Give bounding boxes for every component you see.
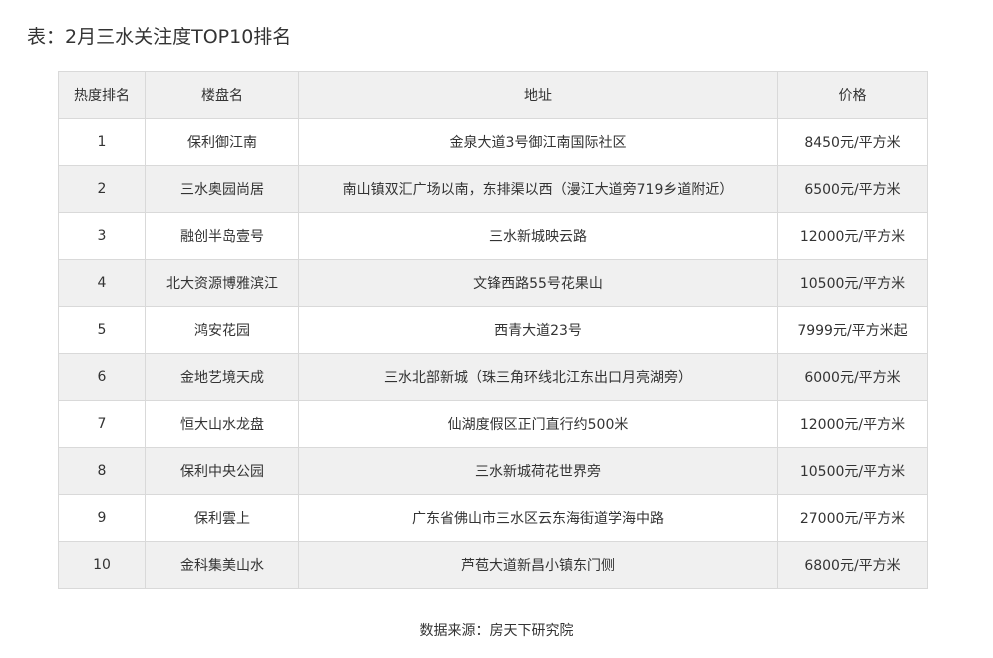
cell-address: 三水北部新城（珠三角环线北江东出口月亮湖旁） — [298, 353, 778, 401]
cell-price: 6800元/平方米 — [777, 541, 928, 589]
table-header-row: 热度排名 楼盘名 地址 价格 — [58, 71, 928, 119]
cell-address: 文锋西路55号花果山 — [298, 259, 778, 307]
table-row: 3 融创半岛壹号 三水新城映云路 12000元/平方米 — [58, 212, 928, 260]
table-row: 5 鸿安花园 西青大道23号 7999元/平方米起 — [58, 306, 928, 354]
cell-name: 鸿安花园 — [145, 306, 299, 354]
cell-name: 融创半岛壹号 — [145, 212, 299, 260]
header-price: 价格 — [777, 71, 928, 119]
cell-rank: 7 — [58, 400, 146, 448]
table-row: 8 保利中央公园 三水新城荷花世界旁 10500元/平方米 — [58, 447, 928, 495]
cell-address: 西青大道23号 — [298, 306, 778, 354]
cell-price: 12000元/平方米 — [777, 400, 928, 448]
table-row: 6 金地艺境天成 三水北部新城（珠三角环线北江东出口月亮湖旁） 6000元/平方… — [58, 353, 928, 401]
header-rank: 热度排名 — [58, 71, 146, 119]
cell-name: 恒大山水龙盘 — [145, 400, 299, 448]
header-name: 楼盘名 — [145, 71, 299, 119]
cell-name: 金地艺境天成 — [145, 353, 299, 401]
cell-name: 北大资源博雅滨江 — [145, 259, 299, 307]
cell-rank: 8 — [58, 447, 146, 495]
cell-rank: 3 — [58, 212, 146, 260]
cell-price: 6500元/平方米 — [777, 165, 928, 213]
cell-rank: 6 — [58, 353, 146, 401]
cell-price: 12000元/平方米 — [777, 212, 928, 260]
cell-name: 保利中央公园 — [145, 447, 299, 495]
cell-address: 芦苞大道新昌小镇东门侧 — [298, 541, 778, 589]
data-source-note: 数据来源：房天下研究院 — [419, 623, 574, 639]
cell-address: 三水新城映云路 — [298, 212, 778, 260]
cell-rank: 10 — [58, 541, 146, 589]
table-row: 9 保利雲上 广东省佛山市三水区云东海街道学海中路 27000元/平方米 — [58, 494, 928, 542]
cell-price: 27000元/平方米 — [777, 494, 928, 542]
table-row: 1 保利御江南 金泉大道3号御江南国际社区 8450元/平方米 — [58, 118, 928, 166]
table-row: 7 恒大山水龙盘 仙湖度假区正门直行约500米 12000元/平方米 — [58, 400, 928, 448]
cell-address: 南山镇双汇广场以南，东排渠以西（漫江大道旁719乡道附近） — [298, 165, 778, 213]
cell-name: 三水奥园尚居 — [145, 165, 299, 213]
cell-name: 保利御江南 — [145, 118, 299, 166]
cell-rank: 2 — [58, 165, 146, 213]
table-row: 2 三水奥园尚居 南山镇双汇广场以南，东排渠以西（漫江大道旁719乡道附近） 6… — [58, 165, 928, 213]
cell-price: 8450元/平方米 — [777, 118, 928, 166]
cell-rank: 9 — [58, 494, 146, 542]
table-caption: 表：2月三水关注度TOP10排名 — [27, 26, 292, 48]
cell-price: 7999元/平方米起 — [777, 306, 928, 354]
cell-name: 金科集美山水 — [145, 541, 299, 589]
table-row: 4 北大资源博雅滨江 文锋西路55号花果山 10500元/平方米 — [58, 259, 928, 307]
cell-address: 仙湖度假区正门直行约500米 — [298, 400, 778, 448]
cell-rank: 5 — [58, 306, 146, 354]
cell-price: 10500元/平方米 — [777, 259, 928, 307]
table-row: 10 金科集美山水 芦苞大道新昌小镇东门侧 6800元/平方米 — [58, 541, 928, 589]
cell-rank: 1 — [58, 118, 146, 166]
cell-price: 10500元/平方米 — [777, 447, 928, 495]
ranking-table-container: 热度排名 楼盘名 地址 价格 1 保利御江南 金泉大道3号御江南国际社区 845… — [58, 71, 928, 589]
cell-address: 金泉大道3号御江南国际社区 — [298, 118, 778, 166]
cell-price: 6000元/平方米 — [777, 353, 928, 401]
cell-name: 保利雲上 — [145, 494, 299, 542]
ranking-table: 热度排名 楼盘名 地址 价格 1 保利御江南 金泉大道3号御江南国际社区 845… — [58, 71, 928, 589]
cell-rank: 4 — [58, 259, 146, 307]
cell-address: 广东省佛山市三水区云东海街道学海中路 — [298, 494, 778, 542]
cell-address: 三水新城荷花世界旁 — [298, 447, 778, 495]
header-address: 地址 — [298, 71, 778, 119]
